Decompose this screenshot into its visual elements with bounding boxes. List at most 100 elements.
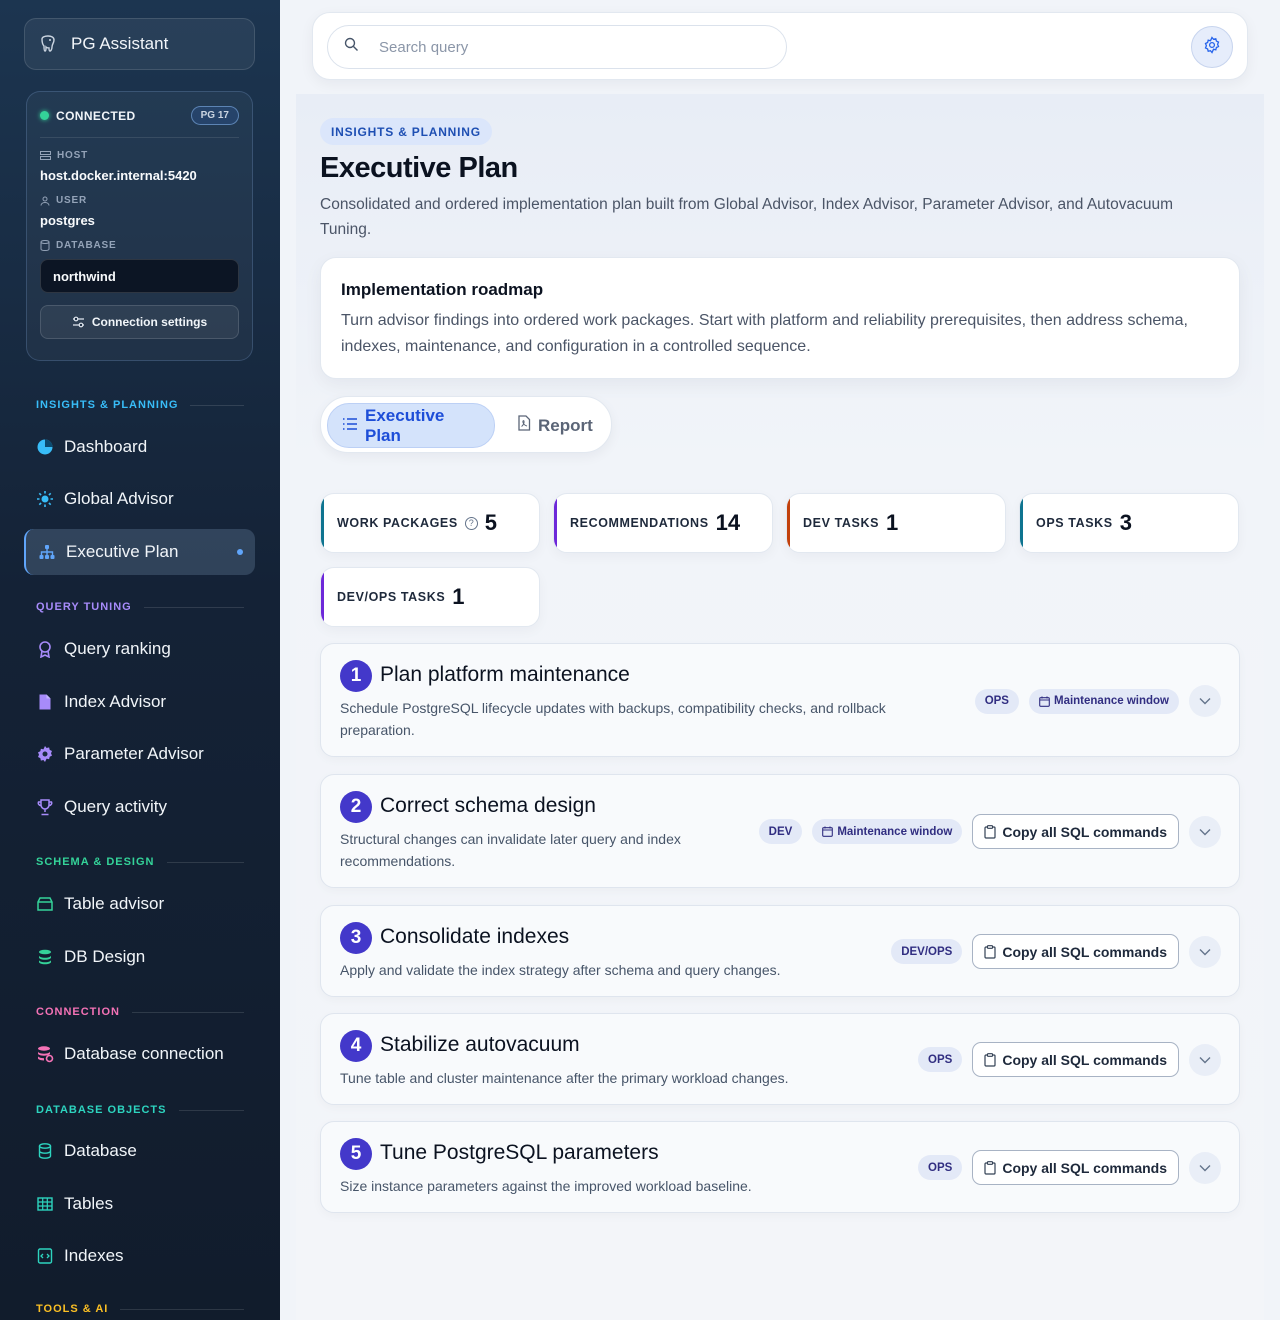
copy-sql-button[interactable]: Copy all SQL commands xyxy=(972,814,1179,849)
nav-section-insights: INSIGHTS & PLANNING xyxy=(36,399,244,411)
tab-report[interactable]: Report xyxy=(503,403,607,448)
chevron-down-icon xyxy=(1199,1164,1211,1171)
chevron-down-icon xyxy=(1199,1056,1211,1063)
nav-section-schema: SCHEMA & DESIGN xyxy=(36,856,244,868)
sun-icon xyxy=(36,490,54,508)
package-description: Schedule PostgreSQL lifecycle updates wi… xyxy=(340,700,886,738)
help-icon[interactable]: ? xyxy=(464,516,478,530)
work-package-1[interactable]: 1 Plan platform maintenance Schedule Pos… xyxy=(320,643,1240,757)
sidebar-item-query-activity[interactable]: Query activity xyxy=(24,784,255,830)
user-value: postgres xyxy=(40,213,95,228)
clipboard-icon xyxy=(984,944,996,959)
settings-button[interactable] xyxy=(1191,26,1233,68)
calendar-icon xyxy=(822,826,834,837)
chevron-down-icon xyxy=(1199,698,1211,705)
sliders-icon xyxy=(72,316,84,328)
sidebar-item-global-advisor[interactable]: Global Advisor xyxy=(24,476,255,522)
table-advisor-icon xyxy=(36,895,54,913)
stat-work-packages: WORK PACKAGES ? 5 xyxy=(320,493,540,553)
sidebar-item-database[interactable]: Database xyxy=(24,1128,255,1174)
list-icon xyxy=(342,416,358,436)
page-eyebrow: INSIGHTS & PLANNING xyxy=(320,118,492,145)
sidebar-item-query-ranking[interactable]: Query ranking xyxy=(24,626,255,672)
server-icon xyxy=(40,151,51,160)
expand-button[interactable] xyxy=(1189,1151,1221,1184)
sidebar-item-executive-plan[interactable]: Executive Plan xyxy=(24,529,255,575)
work-package-3[interactable]: 3 Consolidate indexes Apply and validate… xyxy=(320,905,1240,997)
top-bar xyxy=(312,12,1248,80)
elephant-logo-icon xyxy=(37,33,59,55)
nav-section-query-tuning: QUERY TUNING xyxy=(36,601,244,613)
sidebar-item-tables[interactable]: Tables xyxy=(24,1181,255,1227)
package-number: 4 xyxy=(340,1030,372,1062)
clipboard-icon xyxy=(984,1052,996,1067)
database-small-icon xyxy=(40,240,50,251)
sidebar-item-indexes[interactable]: Indexes xyxy=(24,1233,255,1279)
pdf-icon xyxy=(517,415,531,436)
tab-executive-plan[interactable]: Executive Plan xyxy=(327,403,495,448)
stat-devops-tasks: DEV/OPS TASKS 1 xyxy=(320,567,540,627)
sidebar-item-parameter-advisor[interactable]: Parameter Advisor xyxy=(24,731,255,777)
roadmap-title: Implementation roadmap xyxy=(341,280,544,299)
roadmap-text: Turn advisor findings into ordered work … xyxy=(341,312,1188,355)
database-icon xyxy=(36,1142,54,1160)
host-label: HOST xyxy=(40,150,239,161)
search-input[interactable] xyxy=(379,38,739,56)
page-description: Consolidated and ordered implementation … xyxy=(320,196,1173,238)
connection-settings-button[interactable]: Connection settings xyxy=(40,305,239,339)
role-badge: DEV/OPS xyxy=(891,939,963,964)
copy-sql-button[interactable]: Copy all SQL commands xyxy=(972,1150,1179,1185)
expand-button[interactable] xyxy=(1189,685,1221,717)
page-title: Executive Plan xyxy=(320,152,518,184)
award-icon xyxy=(36,640,54,658)
gear-icon xyxy=(1203,35,1221,59)
pie-chart-icon xyxy=(36,438,54,456)
stat-recommendations: RECOMMENDATIONS 14 xyxy=(553,493,773,553)
expand-button[interactable] xyxy=(1189,935,1221,968)
sidebar-item-index-advisor[interactable]: Index Advisor xyxy=(24,679,255,725)
grid-icon xyxy=(36,1195,54,1213)
package-number: 3 xyxy=(340,922,372,954)
expand-button[interactable] xyxy=(1189,1043,1221,1076)
package-title: Correct schema design xyxy=(380,794,596,817)
expand-button[interactable] xyxy=(1189,815,1221,848)
sidebar-item-database-connection[interactable]: Database connection xyxy=(24,1031,255,1077)
connection-status: CONNECTED xyxy=(40,109,136,123)
nav-section-tools: TOOLS & AI xyxy=(36,1303,244,1315)
search-icon xyxy=(344,37,359,57)
sidebar-item-dashboard[interactable]: Dashboard xyxy=(24,424,255,470)
app-brand[interactable]: PG Assistant xyxy=(24,18,255,70)
role-badge: OPS xyxy=(918,1155,963,1180)
search-box[interactable] xyxy=(327,25,787,69)
work-package-2[interactable]: 2 Correct schema design Structural chang… xyxy=(320,774,1240,888)
database-select[interactable]: northwind xyxy=(40,259,239,293)
maintenance-window-badge: Maintenance window xyxy=(1028,688,1179,714)
stat-dev-tasks: DEV TASKS 1 xyxy=(786,493,1006,553)
package-title: Consolidate indexes xyxy=(380,925,570,948)
roadmap-card: Implementation roadmap Turn advisor find… xyxy=(320,257,1240,379)
sidebar-item-table-advisor[interactable]: Table advisor xyxy=(24,881,255,927)
copy-sql-button[interactable]: Copy all SQL commands xyxy=(972,1042,1179,1077)
calendar-icon xyxy=(1039,696,1050,707)
package-number: 2 xyxy=(340,791,372,823)
copy-sql-button[interactable]: Copy all SQL commands xyxy=(972,934,1179,969)
chevron-down-icon xyxy=(1199,948,1211,955)
cog-icon xyxy=(36,745,54,763)
package-title: Plan platform maintenance xyxy=(380,663,630,686)
role-badge: DEV xyxy=(758,819,803,844)
sidebar-item-db-design[interactable]: DB Design xyxy=(24,934,255,980)
role-badge: OPS xyxy=(974,688,1019,714)
clipboard-icon xyxy=(984,824,996,839)
package-description: Structural changes can invalidate later … xyxy=(340,831,681,869)
active-indicator-icon xyxy=(237,549,243,555)
stat-ops-tasks: OPS TASKS 3 xyxy=(1019,493,1239,553)
package-description: Apply and validate the index strategy af… xyxy=(340,962,781,978)
package-description: Size instance parameters against the imp… xyxy=(340,1178,752,1194)
work-package-5[interactable]: 5 Tune PostgreSQL parameters Size instan… xyxy=(320,1121,1240,1213)
database-label: DATABASE xyxy=(40,240,239,251)
app-title: PG Assistant xyxy=(71,34,169,53)
sidebar: PG Assistant CONNECTED PG 17 HOST host.d… xyxy=(0,0,280,1320)
database-settings-icon xyxy=(36,1045,54,1063)
work-package-4[interactable]: 4 Stabilize autovacuum Tune table and cl… xyxy=(320,1013,1240,1105)
role-badge: OPS xyxy=(918,1047,963,1072)
